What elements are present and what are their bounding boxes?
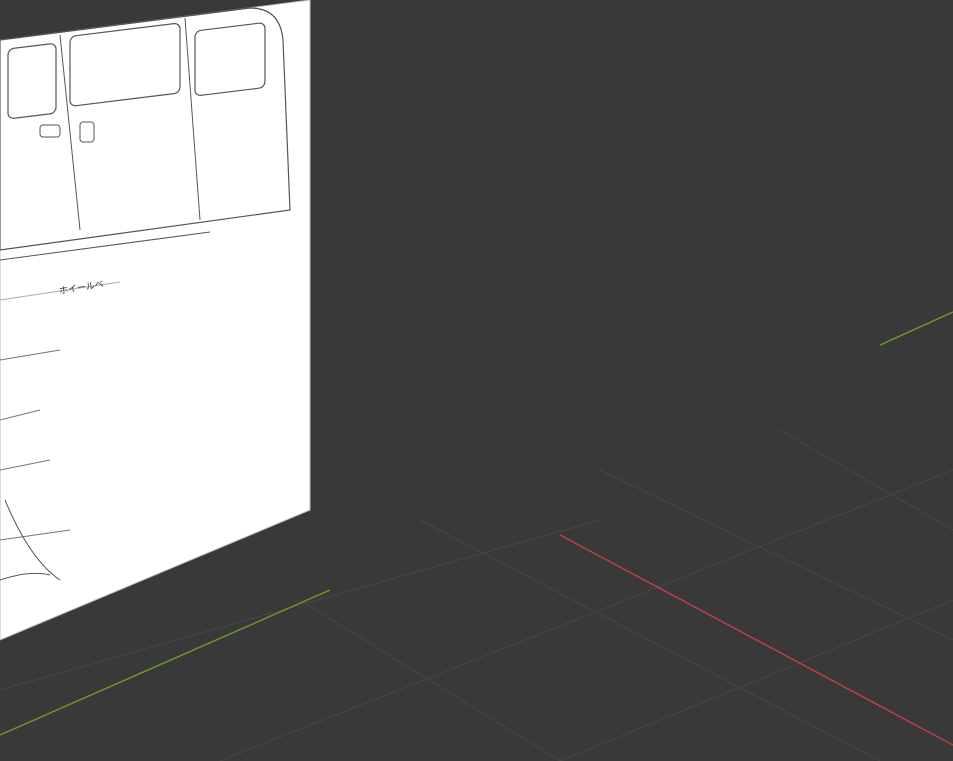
viewport-canvas[interactable] <box>0 0 953 761</box>
y-axis-line-back <box>879 311 953 346</box>
reference-image-side <box>0 0 311 641</box>
3d-viewport[interactable]: ホイールベ <box>0 0 953 761</box>
x-axis-line <box>559 534 953 746</box>
